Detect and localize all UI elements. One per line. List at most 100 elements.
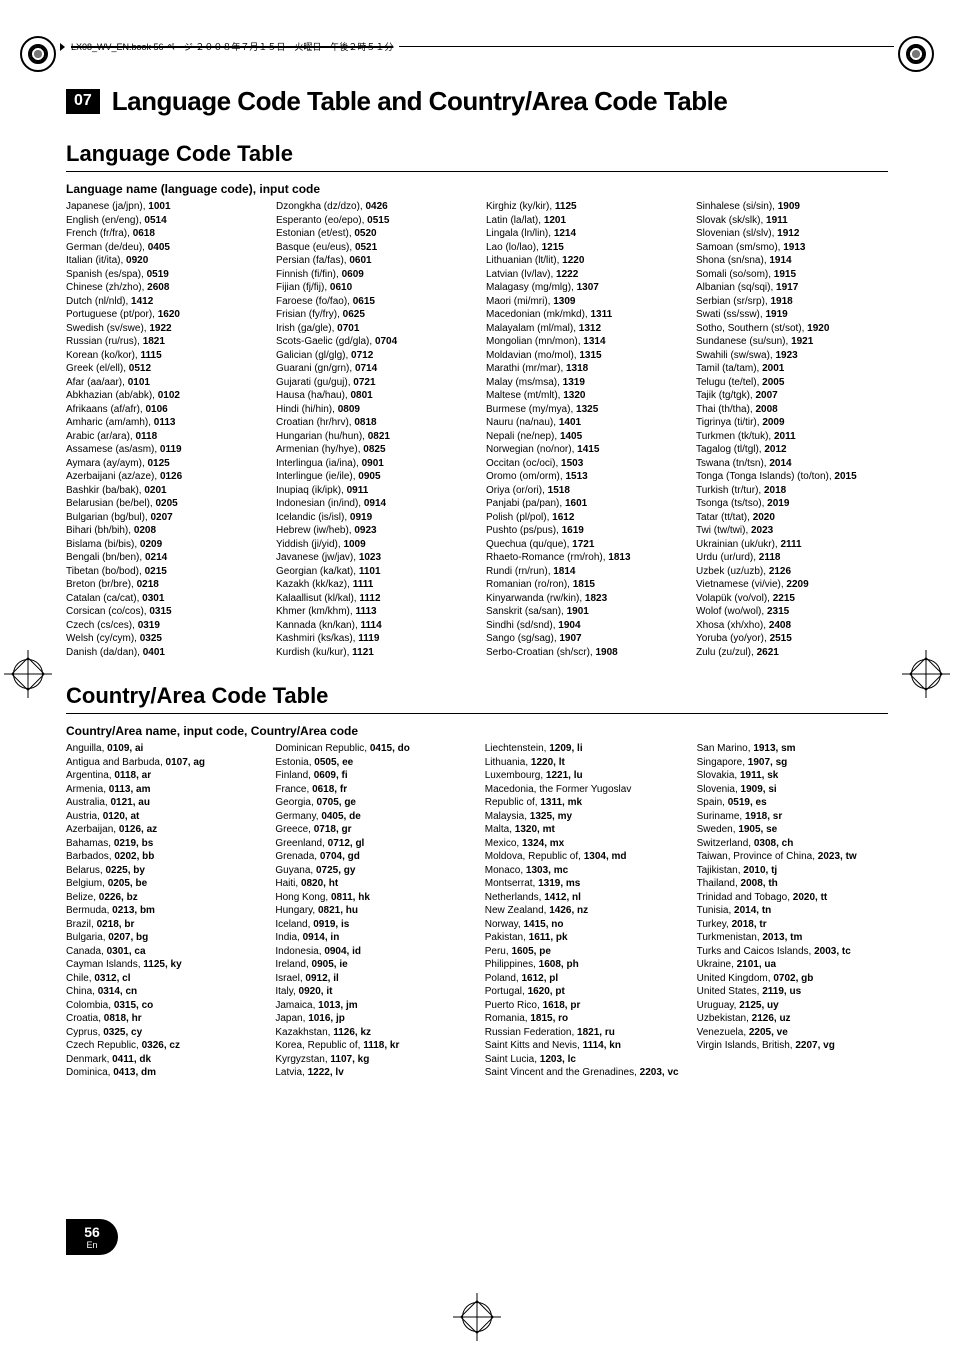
list-item-code: 0113, am [109, 784, 151, 795]
list-item-code: 1915 [774, 269, 796, 280]
list-item: Catalan (ca/cat), 0301 [66, 592, 258, 606]
list-item: Sundanese (su/sun), 1921 [696, 335, 888, 349]
list-item-code: 2014, tn [734, 905, 771, 916]
list-item: Hungary, 0821, hu [275, 904, 466, 918]
list-item: Cyprus, 0325, cy [66, 1026, 257, 1040]
list-item-code: 1913, sm [753, 743, 795, 754]
list-item: Kinyarwanda (rw/kin), 1823 [486, 592, 678, 606]
list-item: Singapore, 1907, sg [697, 756, 888, 770]
list-item: Indonesia, 0904, id [275, 945, 466, 959]
list-item-code: 0912, il [305, 973, 338, 984]
list-item-code: 1309 [553, 296, 575, 307]
list-item-code: 2018, tr [732, 919, 767, 930]
list-column: San Marino, 1913, smSingapore, 1907, sgS… [697, 742, 888, 1080]
list-item-code: 1303, mc [526, 865, 568, 876]
list-item-code: 0714 [355, 363, 377, 374]
list-item: Arabic (ar/ara), 0118 [66, 430, 258, 444]
list-item-code: 1913 [783, 242, 805, 253]
list-item: Ireland, 0905, ie [275, 958, 466, 972]
list-item: Oriya (or/ori), 1518 [486, 484, 678, 498]
list-item: Azerbaijan, 0126, az [66, 823, 257, 837]
list-item-code: 0226, bz [99, 892, 138, 903]
page-lang: En [86, 1241, 97, 1250]
section-rule [66, 171, 888, 172]
list-item-code: 0101 [128, 377, 150, 388]
list-item: Suriname, 1918, sr [697, 810, 888, 824]
list-item-code: 1814 [553, 566, 575, 577]
list-item: Sweden, 1905, se [697, 823, 888, 837]
list-item-code: 0519, es [728, 797, 767, 808]
list-item: Haiti, 0820, ht [275, 877, 466, 891]
list-item: Chile, 0312, cl [66, 972, 257, 986]
list-item-code: 2111 [780, 539, 801, 550]
list-item-code: 0825 [363, 444, 385, 455]
list-item-code: 1125, ky [143, 959, 181, 970]
list-item: Maori (mi/mri), 1309 [486, 295, 678, 309]
list-item: Persian (fa/fas), 0601 [276, 254, 468, 268]
list-item: Russian Federation, 1821, ru [485, 1026, 679, 1040]
list-item-code: 0207 [151, 512, 173, 523]
list-item: Tatar (tt/tat), 2020 [696, 511, 888, 525]
list-item: Slovenia, 1909, si [697, 783, 888, 797]
list-item-code: 1016, jp [308, 1013, 345, 1024]
list-item: Albanian (sq/sqi), 1917 [696, 281, 888, 295]
list-item: Uruguay, 2125, uy [697, 999, 888, 1013]
list-item: Marathi (mr/mar), 1318 [486, 362, 678, 376]
list-item: Lingala (ln/lin), 1214 [486, 227, 678, 241]
list-item-code: 2015 [834, 471, 856, 482]
list-item: Norway, 1415, no [485, 918, 679, 932]
list-item-code: 1909 [778, 201, 800, 212]
list-item: Volapük (vo/vol), 2215 [696, 592, 888, 606]
list-item: Urdu (ur/urd), 2118 [696, 551, 888, 565]
list-item-code: 2003, tc [814, 946, 851, 957]
list-item: Quechua (qu/que), 1721 [486, 538, 678, 552]
list-item: Anguilla, 0109, ai [66, 742, 257, 756]
list-item-code: 1114 [361, 620, 382, 631]
list-item: Estonian (et/est), 0520 [276, 227, 468, 241]
list-item: Guyana, 0725, gy [275, 864, 466, 878]
list-item-code: 2020 [753, 512, 775, 523]
list-item: Icelandic (is/isl), 0919 [276, 511, 468, 525]
list-item: Lithuania, 1220, lt [485, 756, 679, 770]
list-item: Romania, 1815, ro [485, 1012, 679, 1026]
list-item: Greece, 0718, gr [275, 823, 466, 837]
list-item-code: 0119 [160, 444, 182, 455]
list-item-code: 1125 [555, 201, 577, 212]
list-item-code: 1904 [558, 620, 580, 631]
list-item-code: 1912 [777, 228, 799, 239]
list-item: Tamil (ta/tam), 2001 [696, 362, 888, 376]
list-item: Fijian (fj/fij), 0610 [276, 281, 468, 295]
list-item-code: 2023 [751, 525, 773, 536]
list-item: Tsonga (ts/tso), 2019 [696, 497, 888, 511]
cross-mark-left [4, 650, 52, 698]
list-item: Norwegian (no/nor), 1415 [486, 443, 678, 457]
list-item-code: 1426, nz [549, 905, 588, 916]
list-item-code: 1201 [544, 215, 566, 226]
list-item: Sindhi (sd/snd), 1904 [486, 619, 678, 633]
list-item-code: 1222, lv [308, 1067, 344, 1078]
list-column: Japanese (ja/jpn), 1001English (en/eng),… [66, 200, 258, 659]
list-item: Grenada, 0704, gd [275, 850, 466, 864]
list-item-code: 2008, th [741, 878, 778, 889]
list-item-code: 1324, mx [522, 838, 564, 849]
list-item: Tajikistan, 2010, tj [697, 864, 888, 878]
list-item: Bengali (bn/ben), 0214 [66, 551, 258, 565]
list-item-code: 0314, cn [98, 986, 137, 997]
list-item: Kazakhstan, 1126, kz [275, 1026, 466, 1040]
list-item-code: 0725, gy [316, 865, 355, 876]
list-item: Spain, 0519, es [697, 796, 888, 810]
list-item-code: 2209 [786, 579, 808, 590]
list-item-code: 0405 [148, 242, 170, 253]
list-item: Turkey, 2018, tr [697, 918, 888, 932]
list-item-code: 1907 [559, 633, 581, 644]
list-item: Spanish (es/spa), 0519 [66, 268, 258, 282]
list-column: Sinhalese (si/sin), 1909Slovak (sk/slk),… [696, 200, 888, 659]
list-item-code: 0202, bb [114, 851, 154, 862]
list-item: Tigrinya (ti/tir), 2009 [696, 416, 888, 430]
list-item-code: 1221, lu [546, 770, 583, 781]
list-item-code: 0107, ag [166, 757, 205, 768]
list-item-code: 1114, kn [583, 1040, 621, 1051]
list-item: Belgium, 0205, be [66, 877, 257, 891]
list-item-code: 2207, vg [795, 1040, 834, 1051]
list-item: Switzerland, 0308, ch [697, 837, 888, 851]
